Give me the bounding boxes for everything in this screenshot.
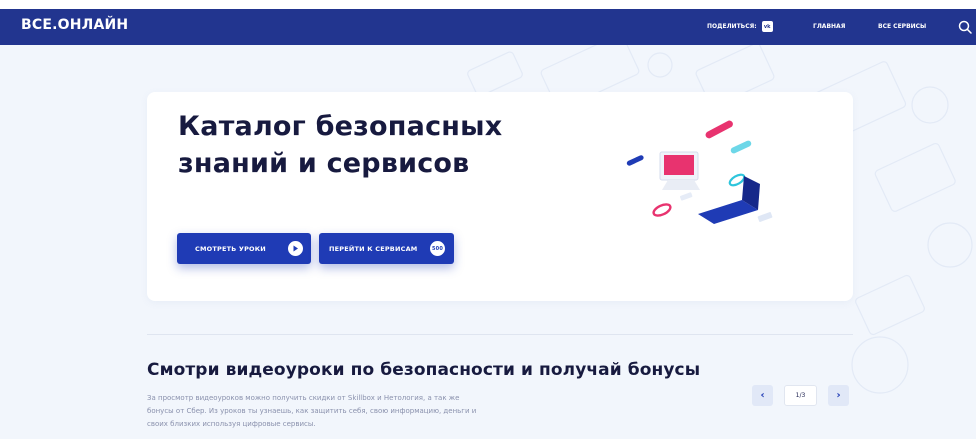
monitor-screen — [664, 155, 694, 175]
go-to-services-label: ПЕРЕЙТИ К СЕРВИСАМ — [329, 244, 418, 253]
hero-title-line-2: знаний и сервисов — [178, 148, 470, 179]
section-description-line-2: бонусы от Сбер. Из уроков ты узнаешь, ка… — [147, 407, 477, 415]
nav-home-link[interactable]: ГЛАВНАЯ — [813, 23, 845, 30]
pink-pill-top — [705, 120, 733, 139]
cyan-pill — [730, 140, 752, 154]
share-block: ПОДЕЛИТЬСЯ: vk — [707, 21, 773, 32]
nav-all-services-link[interactable]: ВСЕ СЕРВИСЫ — [878, 23, 926, 30]
section-divider — [147, 334, 853, 335]
go-to-services-button[interactable]: ПЕРЕЙТИ К СЕРВИСАМ 500 — [319, 233, 454, 264]
watch-lessons-button[interactable]: СМОТРЕТЬ УРОКИ — [177, 233, 311, 264]
section-title: Смотри видеоуроки по безопасности и полу… — [147, 360, 701, 380]
services-count-badge: 500 — [430, 241, 445, 256]
pink-link — [652, 203, 672, 217]
section-description-line-3: своих близких используя цифровые сервисы… — [147, 420, 316, 428]
search-icon[interactable] — [958, 20, 972, 34]
top-navbar: ВСЕ.ОНЛАЙН ПОДЕЛИТЬСЯ: vk ГЛАВНАЯ ВСЕ СЕ… — [0, 0, 976, 45]
play-icon — [288, 241, 303, 256]
site-logo[interactable]: ВСЕ.ОНЛАЙН — [21, 17, 128, 33]
slide-counter: 1/3 — [784, 385, 817, 406]
watch-lessons-label: СМОТРЕТЬ УРОКИ — [195, 244, 266, 253]
devices-illustration — [626, 120, 773, 224]
vk-icon[interactable]: vk — [761, 21, 773, 32]
section-description-line-1: За просмотр видеоуроков можно получить с… — [147, 394, 460, 402]
hero-title-line-1: Каталог безопасных — [178, 111, 503, 142]
prev-slide-button[interactable]: ‹ — [752, 385, 773, 406]
next-slide-button[interactable]: › — [828, 385, 849, 406]
share-label: ПОДЕЛИТЬСЯ: — [707, 23, 757, 30]
hero-title: Каталог безопасных знаний и сервисов — [178, 108, 502, 182]
blue-dash — [626, 155, 644, 166]
section-description: За просмотр видеоуроков можно получить с… — [147, 392, 527, 431]
